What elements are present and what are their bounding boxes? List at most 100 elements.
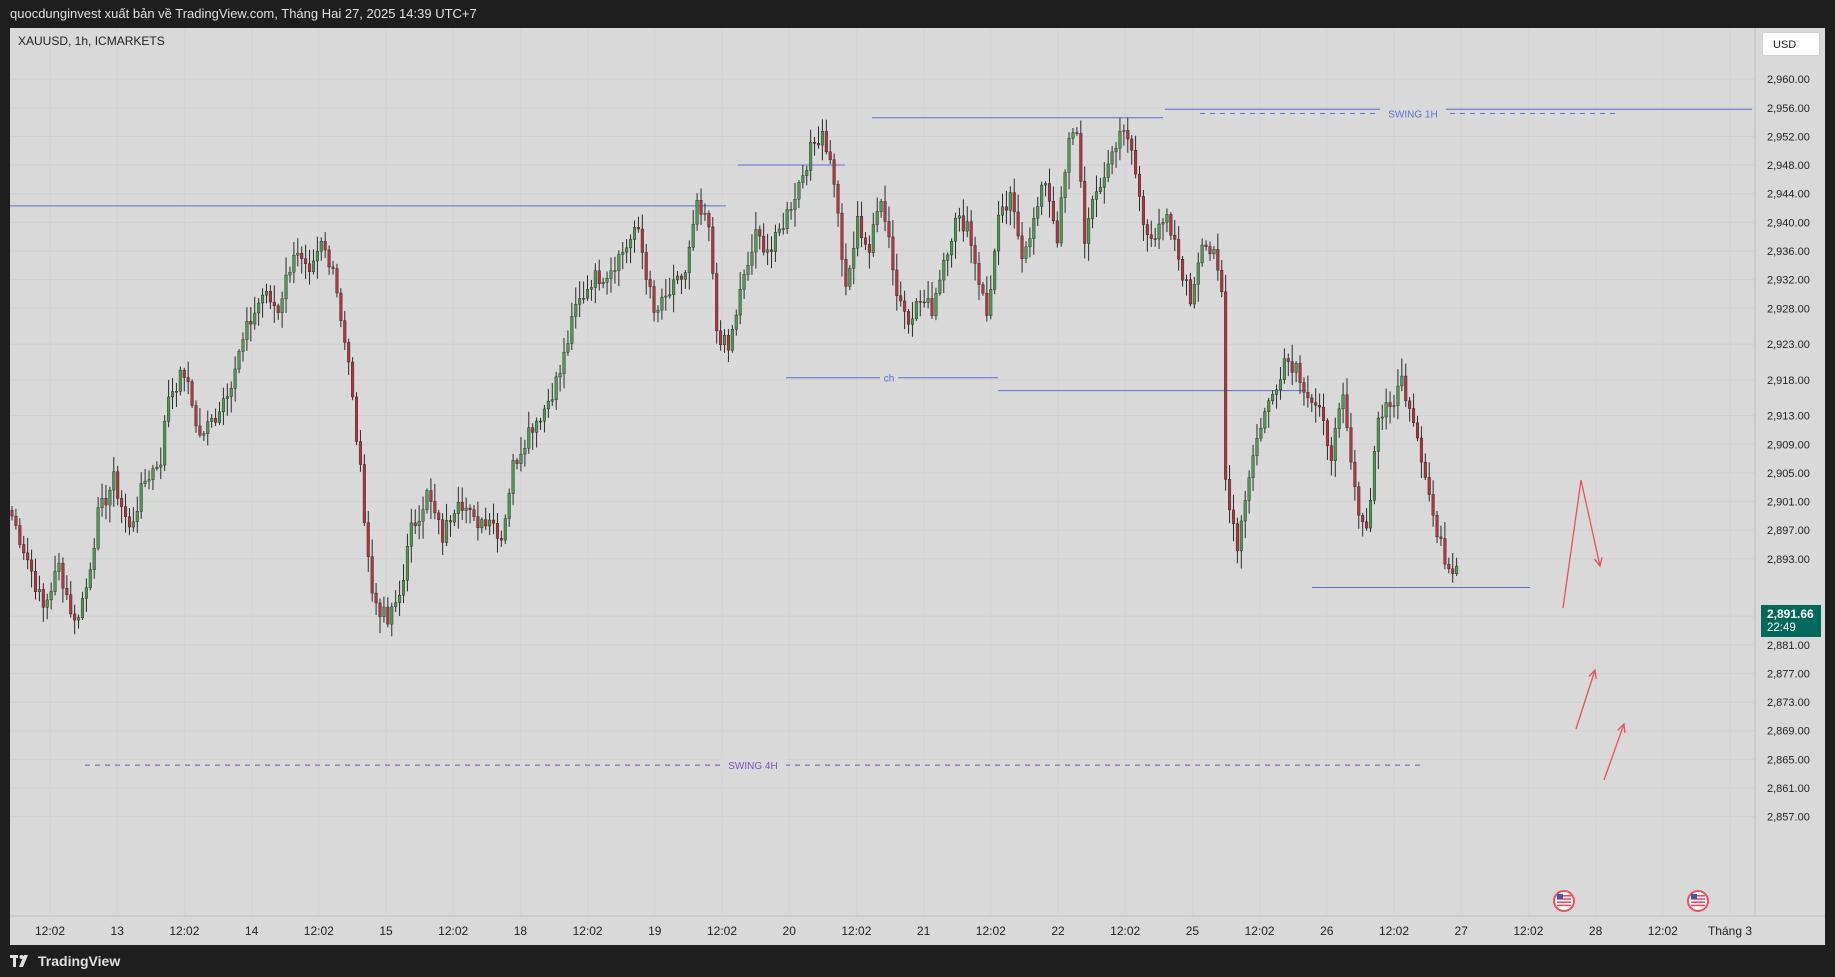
candle-body [1310, 397, 1314, 403]
candle-body [1247, 477, 1251, 501]
candle-body [174, 391, 178, 393]
candle-body [683, 272, 687, 280]
candle-body [1322, 406, 1326, 421]
candle-body [1032, 217, 1036, 239]
candle-body [495, 523, 499, 539]
us-flag-event-icon[interactable] [1687, 890, 1709, 912]
candle-body [268, 291, 272, 303]
price-chart[interactable]: SWING 1H SWING 4H ch 2,960.00 2,956.00 2,952… [10, 28, 1825, 945]
candle-body [914, 301, 918, 320]
flag-canton [1557, 894, 1563, 899]
time-tick-label: 14 [245, 924, 259, 938]
candle-body [1290, 361, 1294, 373]
candle-body [386, 606, 390, 625]
chart-page: quocdunginvest xuất bản về TradingView.c… [0, 0, 1835, 977]
candle-body [425, 490, 429, 511]
candle-body [625, 247, 629, 253]
candle-body [1345, 394, 1349, 428]
candle-body [1282, 358, 1286, 380]
price-axis[interactable]: 2,960.00 2,956.00 2,952.00 2,948.00 2,944.00… [1754, 28, 1825, 945]
candle-body [147, 479, 151, 482]
candle-body [362, 464, 366, 523]
candle-body [237, 351, 241, 370]
candle-body [832, 159, 836, 185]
candle-body [1423, 461, 1427, 478]
symbol-label[interactable]: XAUUSD, 1h, ICMARKETS [18, 34, 165, 48]
candle-body [1000, 206, 1004, 216]
candle-body [840, 212, 844, 260]
candle-body [813, 141, 817, 144]
candle-body [726, 335, 730, 351]
time-tick-label: 26 [1320, 924, 1334, 938]
us-flag-event-icon[interactable] [1553, 890, 1575, 912]
price-tick-label: 2,944.00 [1767, 189, 1810, 201]
candle-body [355, 396, 359, 442]
candle-body [49, 591, 53, 601]
tradingview-brand[interactable]: TradingView [10, 953, 120, 969]
candle-body [464, 507, 468, 511]
candle-body [1231, 509, 1235, 524]
candle-body [421, 509, 425, 522]
candle-body [973, 245, 977, 264]
candle-body [272, 301, 276, 307]
candle-body [1361, 515, 1365, 523]
candle-body [1063, 172, 1067, 199]
candle-body [198, 425, 202, 436]
candle-body [1431, 494, 1435, 516]
currency-button[interactable]: USD [1762, 32, 1820, 56]
candle-body [143, 480, 147, 484]
candle-body [554, 376, 558, 400]
time-tick-label: 12:02 [573, 924, 603, 938]
candle-body [315, 250, 319, 262]
candle-body [100, 498, 104, 508]
candle-body [139, 483, 143, 512]
candle-body [1079, 133, 1083, 182]
candle-body [738, 289, 742, 316]
price-tick-label: 2,909.00 [1767, 439, 1810, 451]
candle-body [891, 236, 895, 271]
candle-body [61, 562, 65, 589]
candle-body [261, 294, 265, 304]
candle-body [186, 377, 190, 382]
candle-body [77, 617, 81, 621]
candle-body [801, 175, 805, 183]
candle-body [519, 453, 523, 464]
candle-body [668, 294, 672, 297]
candle-body [1380, 416, 1384, 419]
candle-body [358, 441, 362, 465]
price-tick-label: 2,857.00 [1767, 812, 1810, 824]
candle-body [1138, 173, 1142, 197]
candle-body [546, 400, 550, 410]
candle-body [687, 247, 691, 273]
candle-body [1278, 379, 1282, 391]
candle-body [323, 241, 327, 251]
publish-attribution: quocdunginvest xuất bản về TradingView.c… [0, 0, 1835, 28]
candle-body [1165, 214, 1169, 223]
price-tick-label: 2,901.00 [1767, 497, 1810, 509]
candle-body [1255, 438, 1259, 457]
candle-body [1267, 400, 1271, 412]
candle-body [957, 215, 961, 219]
candle-body [860, 215, 864, 239]
time-tick-label: 12:02 [1379, 924, 1409, 938]
candle-body [1177, 239, 1181, 260]
candle-body [742, 274, 746, 290]
candle-body [1333, 428, 1337, 461]
time-tick-label: 12:02 [1513, 924, 1543, 938]
candle-body [409, 522, 413, 547]
candle-body [1200, 244, 1204, 264]
price-tick-label: 2,918.00 [1767, 375, 1810, 387]
candle-body [985, 292, 989, 316]
last-price-tag: 2,891.66 22:49 [1761, 605, 1821, 637]
candle-body [605, 278, 609, 283]
candle-body [762, 235, 766, 253]
candle-body [531, 427, 535, 433]
candle-body [331, 266, 335, 269]
candle-body [993, 250, 997, 290]
candle-body [1427, 477, 1431, 495]
candle-body [969, 221, 973, 246]
candle-body [84, 587, 88, 599]
price-tick-label: 2,960.00 [1767, 74, 1810, 86]
candle-body [793, 199, 797, 210]
candle-body [135, 511, 139, 522]
